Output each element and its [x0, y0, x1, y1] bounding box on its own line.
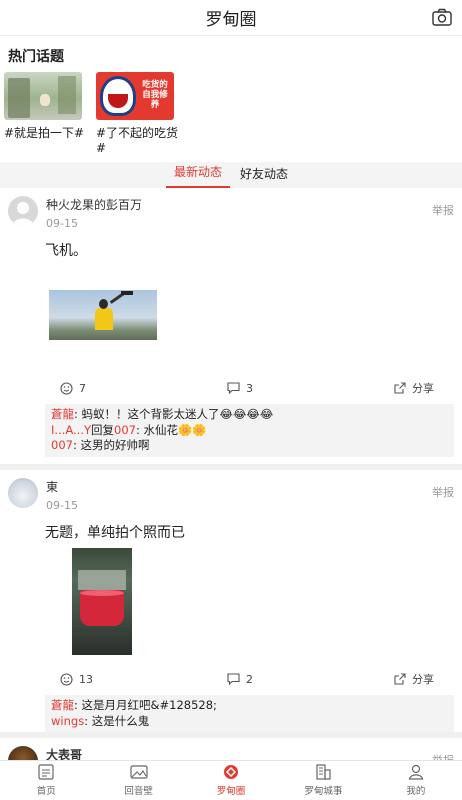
city-icon — [316, 764, 332, 780]
report-button[interactable]: 举报 — [432, 202, 454, 218]
hot-topics-title: 热门话题 — [8, 49, 64, 65]
page-title: 罗甸圈 — [205, 10, 257, 30]
topic-card-photo[interactable]: #就是拍一下# — [4, 72, 88, 156]
tab-label: 回音壁 — [124, 786, 153, 797]
bottom-tab-bar: 首页 回音壁 罗甸圈 罗甸城事 我的 — [0, 760, 462, 800]
hot-topics-list: #就是拍一下# 吃货的 自我修养 #了不起的吃货# — [0, 72, 462, 156]
tab-city-news[interactable]: 罗甸城事 — [277, 761, 369, 800]
comment-text: : 这男的好帅啊 — [72, 438, 150, 452]
tab-luodian-circle[interactable]: 罗甸圈 — [185, 761, 277, 800]
comment-text: : 这是什么鬼 — [84, 713, 150, 728]
tab-label: 首页 — [36, 786, 56, 797]
share-button[interactable]: 分享 — [394, 671, 434, 687]
share-icon — [394, 382, 406, 394]
post-content: 飞机。 — [45, 243, 87, 259]
like-count: 7 — [79, 381, 86, 395]
commenter-name[interactable]: 蒼龍 — [51, 407, 74, 421]
tab-friends[interactable]: 好友动态 — [232, 165, 296, 188]
commenter-name[interactable]: wings — [51, 714, 84, 728]
tab-latest[interactable]: 最新动态 — [165, 163, 230, 188]
home-icon — [38, 764, 54, 780]
feed-post: 种火龙果的彭百万 09-15 举报 飞机。 7 3 分享 蒼龍: 蚂蚁！！这个背… — [0, 188, 462, 470]
commenter-name[interactable]: I...A...Y — [51, 423, 91, 437]
author-name[interactable]: 東 — [46, 478, 454, 495]
share-label: 分享 — [412, 673, 434, 686]
post-content: 无题，单纯拍个照而已 — [45, 525, 185, 541]
smile-icon — [60, 381, 73, 395]
image-icon — [130, 765, 148, 779]
like-count: 13 — [79, 672, 93, 686]
topic-label: #就是拍一下# — [4, 126, 85, 140]
comment-count: 3 — [246, 381, 253, 395]
post-image[interactable] — [49, 290, 157, 340]
share-icon — [394, 673, 406, 685]
author-name[interactable]: 种火龙果的彭百万 — [46, 196, 454, 213]
share-label: 分享 — [412, 382, 434, 395]
comment-text: : 这是月月红吧&#128528; — [74, 698, 217, 712]
comment-count: 2 — [246, 672, 253, 686]
comment-item[interactable]: 蒼龍: 蚂蚁！！这个背影太迷人了😂😂😂😂 — [51, 407, 448, 423]
post-date: 09-15 — [46, 499, 78, 512]
comment-list: 蒼龍: 这是月月红吧&#128528; wings: 这是什么鬼 — [45, 695, 454, 732]
comment-item[interactable]: 007: 这男的好帅啊 — [51, 438, 448, 454]
feed-tabs: 最新动态 好友动态 — [0, 162, 462, 188]
commenter-name[interactable]: 蒼龍 — [51, 698, 74, 712]
topic-thumbnail: 吃货的 自我修养 — [96, 72, 174, 120]
comment-item[interactable]: 蒼龍: 这是月月红吧&#128528; — [51, 698, 448, 714]
user-icon — [408, 764, 424, 780]
comment-item[interactable]: wings: 这是什么鬼 — [51, 714, 448, 730]
comment-icon — [227, 382, 240, 394]
avatar[interactable] — [8, 196, 38, 226]
commenter-name[interactable]: 007 — [51, 438, 73, 452]
smile-icon — [60, 672, 73, 686]
comment-button[interactable]: 2 — [227, 673, 394, 686]
comment-button[interactable]: 3 — [227, 382, 394, 395]
comment-icon — [227, 673, 240, 685]
tab-label: 罗甸城事 — [304, 786, 343, 797]
reply-text: 回复 — [91, 422, 115, 437]
post-date: 09-15 — [46, 217, 78, 230]
topic-label: #了不起的吃货# — [96, 126, 179, 155]
tab-mine[interactable]: 我的 — [370, 761, 462, 800]
tab-echo-wall[interactable]: 回音壁 — [92, 761, 184, 800]
like-button[interactable]: 7 — [60, 382, 227, 395]
topic-thumbnail — [4, 72, 82, 120]
comment-list: 蒼龍: 蚂蚁！！这个背影太迷人了😂😂😂😂 I...A...Y回复007: 水仙花… — [45, 404, 454, 457]
comment-text: : 蚂蚁！！这个背影太迷人了😂😂😂😂 — [74, 407, 274, 421]
post-image[interactable] — [72, 548, 132, 655]
tab-label: 罗甸圈 — [216, 786, 246, 797]
comment-text: : 水仙花🌼🌼 — [135, 422, 207, 437]
report-button[interactable]: 举报 — [432, 484, 454, 500]
circle-icon — [224, 765, 239, 779]
camera-icon[interactable] — [432, 8, 452, 26]
post-actions: 7 3 分享 — [8, 380, 454, 396]
app-header: 罗甸圈 — [0, 0, 462, 36]
avatar[interactable] — [8, 478, 38, 508]
like-button[interactable]: 13 — [60, 673, 227, 686]
tab-label: 我的 — [406, 786, 426, 797]
topic-overlay-text: 吃货的 自我修养 — [142, 80, 168, 110]
feed-post: 東 09-15 举报 无题，单纯拍个照而已 13 2 分享 蒼龍: 这是月月红吧… — [0, 470, 462, 738]
reply-target-name[interactable]: 007 — [114, 423, 136, 437]
post-actions: 13 2 分享 — [8, 671, 454, 687]
comment-item[interactable]: I...A...Y回复007: 水仙花🌼🌼 — [51, 423, 448, 439]
tab-home[interactable]: 首页 — [0, 761, 92, 800]
topic-card-foodie[interactable]: 吃货的 自我修养 #了不起的吃货# — [96, 72, 180, 156]
share-button[interactable]: 分享 — [394, 380, 434, 396]
